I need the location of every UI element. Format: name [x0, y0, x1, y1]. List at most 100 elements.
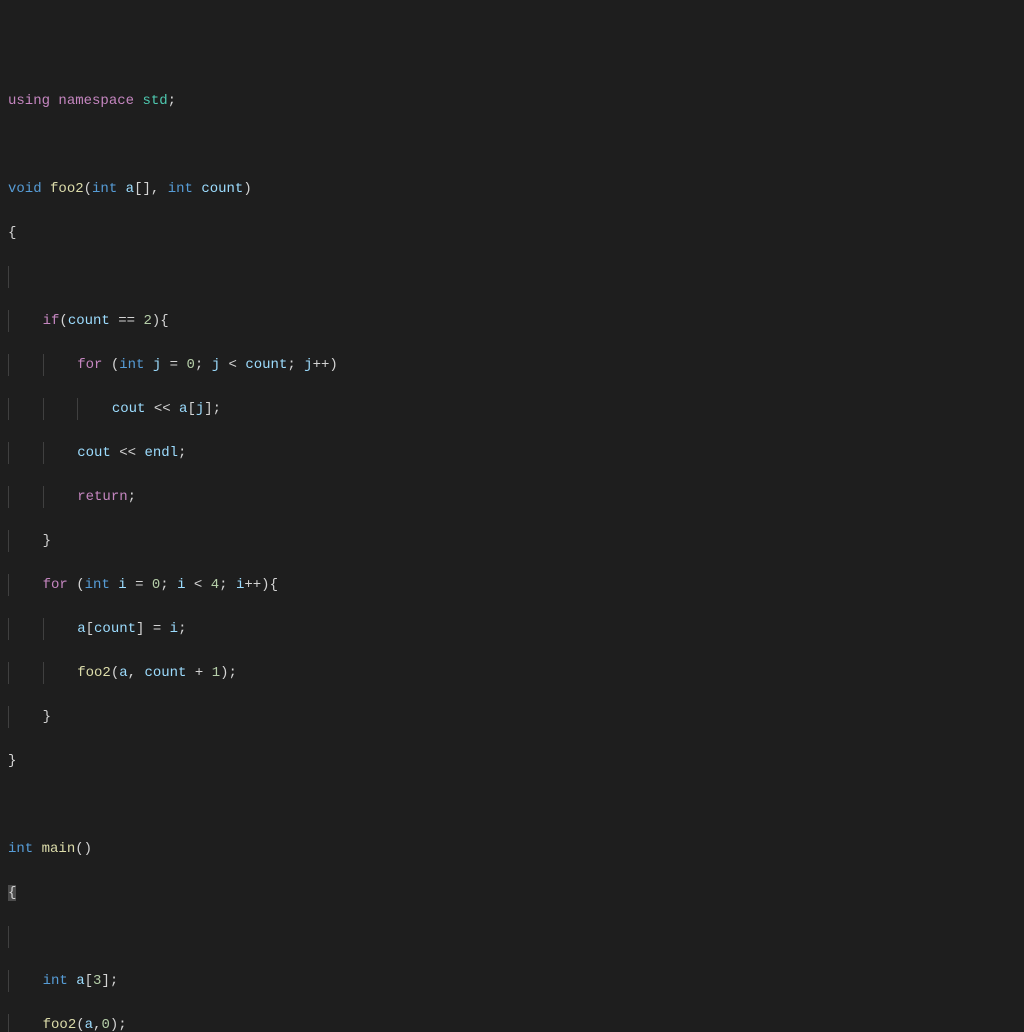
- code-line: int main(): [8, 838, 1016, 860]
- param-count: count: [201, 181, 243, 197]
- lparen: (: [68, 577, 85, 593]
- var-i: i: [236, 577, 244, 593]
- op-assign: =: [161, 357, 186, 373]
- op-plus: +: [186, 665, 211, 681]
- semi: ;: [128, 489, 136, 505]
- var-count: count: [94, 621, 136, 637]
- var-cout: cout: [112, 401, 146, 417]
- code-line: foo2(a,0);: [8, 1014, 1016, 1032]
- code-editor[interactable]: using namespace std; void foo2(int a[], …: [8, 90, 1016, 1032]
- code-line: return;: [8, 486, 1016, 508]
- var-j: j: [212, 357, 220, 373]
- comma: ,: [151, 181, 168, 197]
- comma: ,: [128, 665, 145, 681]
- code-line: }: [8, 530, 1016, 552]
- var-j: j: [304, 357, 312, 373]
- lparen: (: [76, 1017, 84, 1032]
- lbracket: [: [86, 621, 94, 637]
- code-line: int a[3];: [8, 970, 1016, 992]
- op-inc: ++: [244, 577, 261, 593]
- var-j: j: [196, 401, 204, 417]
- code-line: }: [8, 706, 1016, 728]
- var-endl: endl: [144, 445, 178, 461]
- param-a: a: [126, 181, 134, 197]
- code-line: [8, 134, 1016, 156]
- rparen: ): [243, 181, 251, 197]
- number-1: 1: [212, 665, 220, 681]
- op-shift: <<: [111, 445, 145, 461]
- code-line: using namespace std;: [8, 90, 1016, 112]
- semi: ;: [110, 973, 118, 989]
- semi: ;: [213, 401, 221, 417]
- keyword-return: return: [77, 489, 127, 505]
- var-i: i: [118, 577, 126, 593]
- function-main: main: [42, 841, 76, 857]
- function-foo2: foo2: [43, 1017, 77, 1032]
- lbracket: [: [187, 401, 195, 417]
- semi: ;: [219, 577, 236, 593]
- code-line: cout << endl;: [8, 442, 1016, 464]
- rparen-brace: ){: [261, 577, 278, 593]
- keyword-int: int: [85, 577, 110, 593]
- parens: (): [75, 841, 92, 857]
- keyword-int: int: [92, 181, 117, 197]
- op-inc: ++: [313, 357, 330, 373]
- number-0: 0: [152, 577, 160, 593]
- semi: ;: [160, 577, 177, 593]
- rbracket: ]: [101, 973, 109, 989]
- semi: ;: [178, 445, 186, 461]
- rparen: ): [220, 665, 228, 681]
- code-line: for (int i = 0; i < 4; i++){: [8, 574, 1016, 596]
- keyword-using: using: [8, 93, 50, 109]
- brace: }: [43, 709, 51, 725]
- brace: {: [8, 885, 16, 901]
- code-line: if(count == 2){: [8, 310, 1016, 332]
- code-line: [8, 266, 1016, 288]
- function-foo2: foo2: [77, 665, 111, 681]
- op-shift: <<: [145, 401, 179, 417]
- var-count: count: [68, 313, 110, 329]
- code-line: {: [8, 222, 1016, 244]
- keyword-namespace: namespace: [58, 93, 134, 109]
- identifier-std: std: [142, 93, 167, 109]
- keyword-void: void: [8, 181, 42, 197]
- op-lt: <: [186, 577, 211, 593]
- semi: ;: [118, 1017, 126, 1032]
- op-assign: =: [127, 577, 152, 593]
- keyword-for: for: [77, 357, 102, 373]
- semi: ;: [229, 665, 237, 681]
- lparen: (: [111, 665, 119, 681]
- rparen: ): [329, 357, 337, 373]
- code-line: {: [8, 882, 1016, 904]
- code-line: for (int j = 0; j < count; j++): [8, 354, 1016, 376]
- keyword-int: int: [168, 181, 193, 197]
- code-line: }: [8, 750, 1016, 772]
- code-line: [8, 926, 1016, 948]
- lparen: (: [59, 313, 67, 329]
- op-eq: ==: [110, 313, 144, 329]
- keyword-if: if: [43, 313, 60, 329]
- var-a: a: [119, 665, 127, 681]
- code-line: void foo2(int a[], int count): [8, 178, 1016, 200]
- op-lt: <: [220, 357, 245, 373]
- lparen: (: [84, 181, 92, 197]
- code-line: [8, 794, 1016, 816]
- var-count: count: [144, 665, 186, 681]
- var-a: a: [85, 1017, 93, 1032]
- var-i: i: [177, 577, 185, 593]
- semi: ;: [195, 357, 212, 373]
- op-assign: =: [144, 621, 169, 637]
- code-line: foo2(a, count + 1);: [8, 662, 1016, 684]
- var-count: count: [245, 357, 287, 373]
- brackets: []: [134, 181, 151, 197]
- semicolon: ;: [168, 93, 176, 109]
- code-line: a[count] = i;: [8, 618, 1016, 640]
- brace: }: [8, 753, 16, 769]
- keyword-int: int: [8, 841, 33, 857]
- keyword-int: int: [119, 357, 144, 373]
- lbracket: [: [85, 973, 93, 989]
- brace: }: [43, 533, 51, 549]
- number-2: 2: [143, 313, 151, 329]
- lparen: (: [102, 357, 119, 373]
- rbracket: ]: [136, 621, 144, 637]
